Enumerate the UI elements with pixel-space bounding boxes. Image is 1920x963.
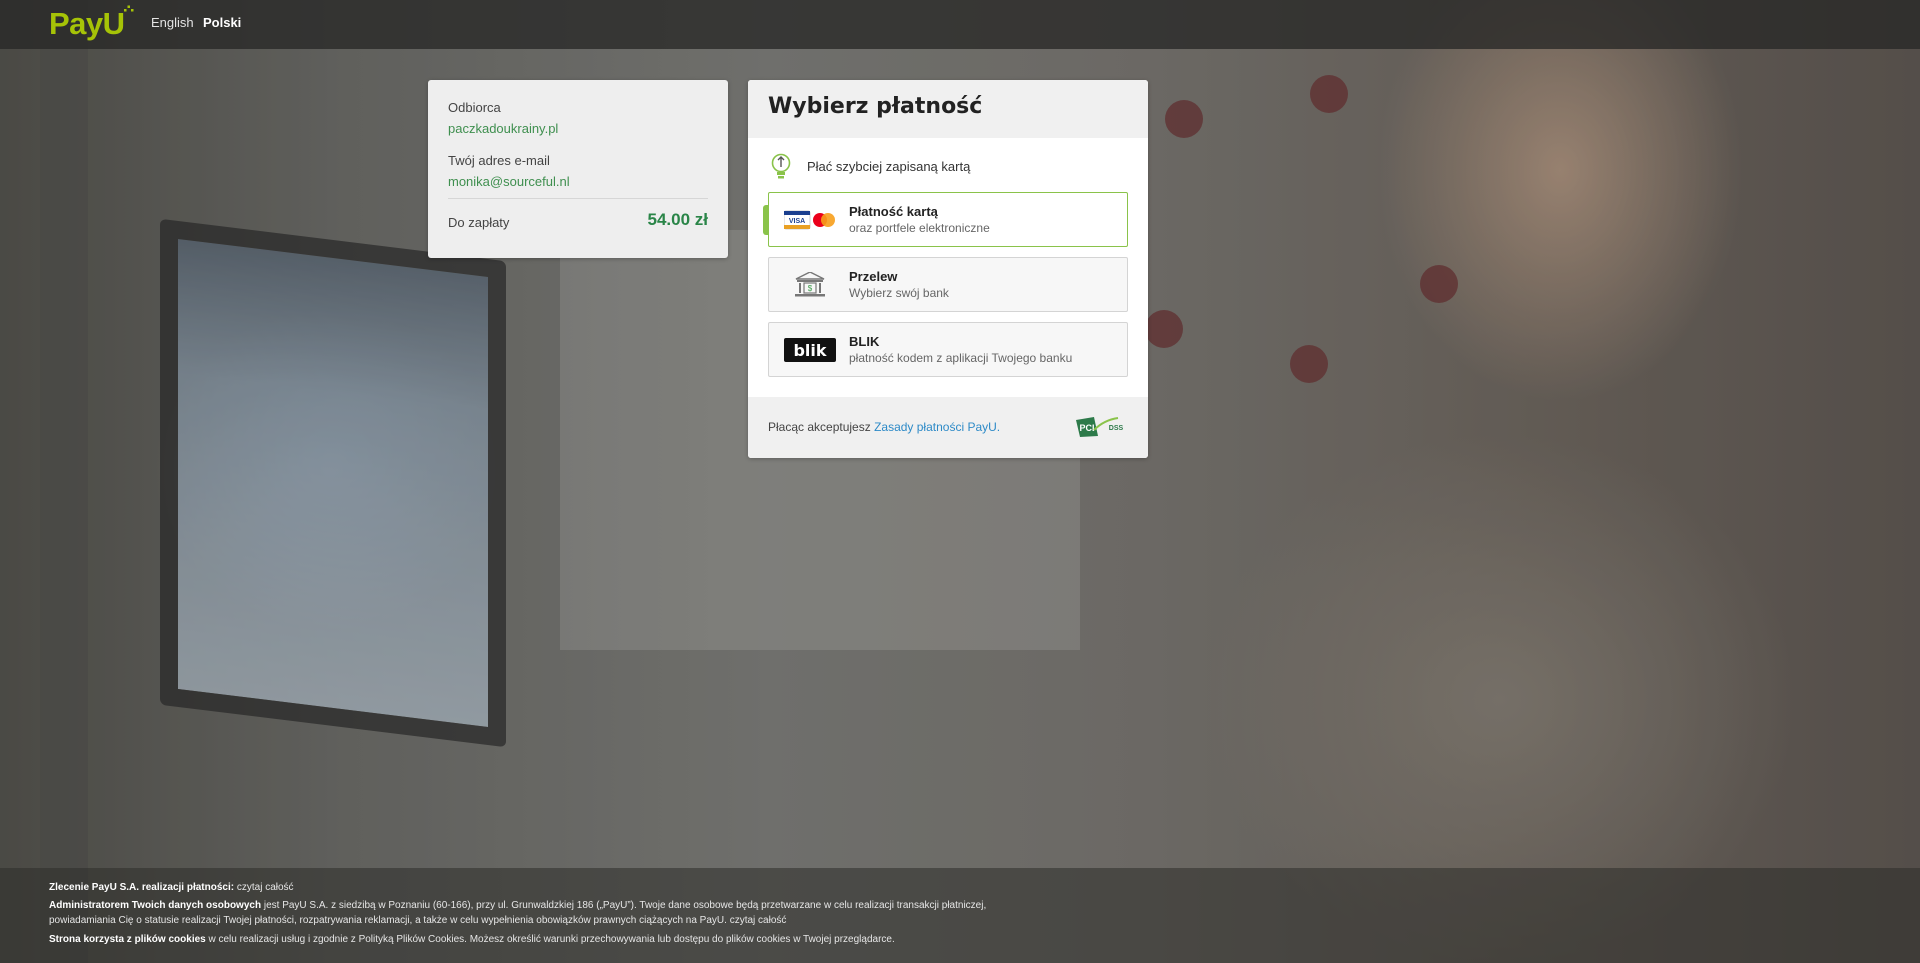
svg-text:$: $ xyxy=(808,284,813,293)
payment-option-transfer[interactable]: $ Przelew Wybierz swój bank xyxy=(768,257,1128,312)
payment-footer: Płacąc akceptujesz Zasady płatności PayU… xyxy=(748,397,1148,458)
read-more-link[interactable]: czytaj całość xyxy=(237,882,294,893)
option-subtitle: płatność kodem z aplikacji Twojego banku xyxy=(849,351,1073,365)
email-label: Twój adres e-mail xyxy=(448,153,550,168)
logo-mark-icon xyxy=(123,5,134,12)
payment-method-card: Wybierz płatność Płać szybciej zapisaną … xyxy=(748,80,1148,458)
page-title: Wybierz płatność xyxy=(768,94,983,119)
svg-text:blik: blik xyxy=(793,341,826,360)
legal-line: Administratorem Twoich danych osobowych … xyxy=(49,900,986,911)
legal-line: powiadamiania Cię o statusie realizacji … xyxy=(49,915,786,926)
divider xyxy=(448,198,708,199)
svg-text:PCI: PCI xyxy=(1079,423,1094,433)
email-value: monika@sourceful.nl xyxy=(448,174,570,189)
option-name: Przelew xyxy=(849,269,898,284)
amount-label: Do zapłaty xyxy=(448,215,510,230)
pci-dss-badge-icon: PCI DSS xyxy=(1076,417,1124,437)
legal-text: powiadamiania Cię o statusie realizacji … xyxy=(49,915,727,926)
legal-line: Strona korzysta z plików cookies w celu … xyxy=(49,934,895,945)
bank-icon: $ xyxy=(795,272,825,297)
svg-text:DSS: DSS xyxy=(1109,425,1124,432)
top-bar: PayU English Polski xyxy=(0,0,1920,49)
recipient-value: paczkadoukrainy.pl xyxy=(448,121,559,136)
lang-english-link[interactable]: English xyxy=(151,15,194,30)
payu-logo[interactable]: PayU xyxy=(49,5,134,42)
payment-option-card[interactable]: VISA Płatność kartą oraz portfele elektr… xyxy=(763,192,1128,247)
lightbulb-icon xyxy=(771,153,791,179)
legal-bold-text: Administratorem Twoich danych osobowych xyxy=(49,900,262,911)
option-subtitle: Wybierz swój bank xyxy=(849,286,949,300)
legal-bold-text: Zlecenie PayU S.A. realizacji płatności: xyxy=(49,882,235,893)
legal-line: Zlecenie PayU S.A. realizacji płatności:… xyxy=(49,882,294,893)
saved-card-text: Płać szybciej zapisaną kartą xyxy=(807,159,971,174)
legal-bold-text: Strona korzysta z plików cookies xyxy=(49,934,206,945)
option-subtitle: oraz portfele elektroniczne xyxy=(849,221,990,235)
legal-footer: Zlecenie PayU S.A. realizacji płatności:… xyxy=(0,868,1920,963)
recipient-label: Odbiorca xyxy=(448,100,501,115)
lang-polski-link[interactable]: Polski xyxy=(203,15,241,30)
selected-indicator xyxy=(763,205,769,235)
option-name: Płatność kartą xyxy=(849,204,938,219)
legal-text: jest PayU S.A. z siedzibą w Poznaniu (60… xyxy=(263,900,987,911)
read-more-link[interactable]: czytaj całość xyxy=(730,915,787,926)
legal-text: w celu realizacji usług i zgodnie z Poli… xyxy=(208,934,895,945)
amount-value: 54.00 zł xyxy=(647,210,709,229)
option-name: BLIK xyxy=(849,334,880,349)
terms-link[interactable]: Zasady płatności PayU. xyxy=(874,420,1000,434)
card-icon: VISA xyxy=(784,210,835,230)
blik-icon: blik xyxy=(784,338,836,362)
order-summary-card: Odbiorca paczkadoukrainy.pl Twój adres e… xyxy=(428,80,728,258)
logo-text: PayU xyxy=(49,6,125,41)
terms-text: Płacąc akceptujesz Zasady płatności PayU… xyxy=(768,420,1001,434)
payment-option-blik[interactable]: blik BLIK płatność kodem z aplikacji Two… xyxy=(768,322,1128,377)
svg-text:VISA: VISA xyxy=(789,218,805,225)
payment-header: Wybierz płatność xyxy=(748,80,1148,138)
